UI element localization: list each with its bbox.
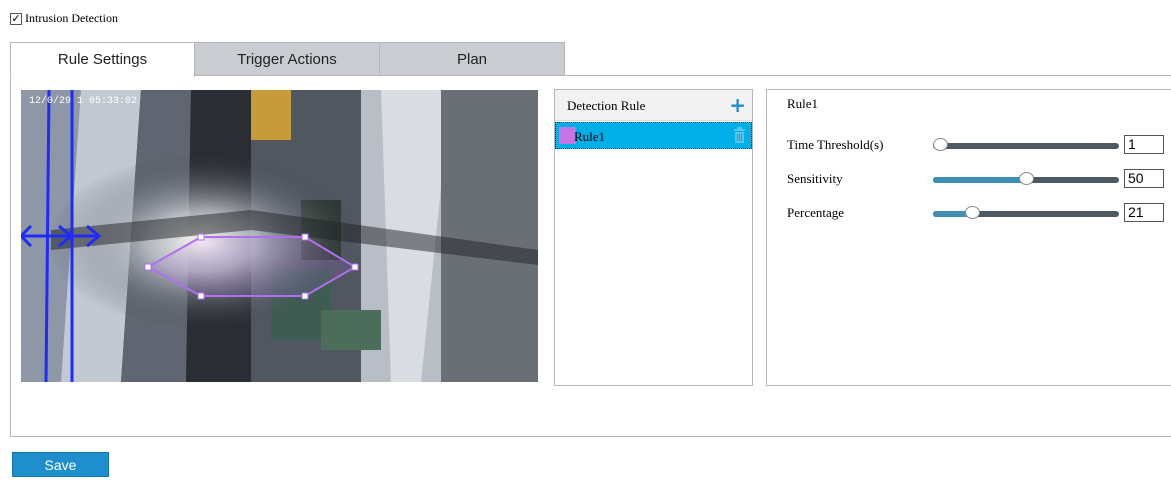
detection-rule-list: Detection Rule + Rule1: [554, 89, 753, 386]
sensitivity-row: Sensitivity 50: [787, 169, 1167, 189]
detection-rule-header: Detection Rule +: [555, 90, 752, 121]
slider-knob[interactable]: [933, 138, 949, 151]
sensitivity-label: Sensitivity: [787, 171, 843, 186]
list-item[interactable]: Rule1: [555, 122, 752, 149]
save-button[interactable]: Save: [12, 452, 109, 477]
video-timestamp: 12/0/29 1 05:33:02: [29, 95, 137, 107]
rule-properties-title: Rule1: [787, 96, 819, 111]
rule-properties-panel: Rule1 Time Threshold(s) 1 Sensitivity 50…: [766, 89, 1171, 386]
slider-knob[interactable]: [965, 206, 981, 219]
tab-trigger-actions[interactable]: Trigger Actions: [194, 42, 380, 76]
detection-rule-title: Detection Rule: [567, 98, 646, 113]
slider-fill: [933, 177, 1026, 183]
sensitivity-slider[interactable]: [933, 172, 1119, 185]
rule-label: Rule1: [574, 129, 606, 144]
percentage-label: Percentage: [787, 205, 845, 220]
intrusion-detection-checkbox[interactable]: ✓: [10, 12, 22, 25]
trash-icon[interactable]: [733, 127, 746, 143]
time-threshold-slider[interactable]: [933, 138, 1119, 151]
slider-knob[interactable]: [1019, 172, 1034, 185]
intrusion-detection-label: Intrusion Detection: [25, 11, 118, 25]
time-threshold-label: Time Threshold(s): [787, 137, 884, 152]
sensitivity-input[interactable]: 50: [1124, 169, 1164, 188]
camera-frame: 12/0/29 1 05:33:02: [21, 90, 538, 382]
tab-bar: Rule Settings Trigger Actions Plan: [10, 42, 565, 77]
intrusion-detection-toggle[interactable]: ✓ Intrusion Detection: [10, 11, 118, 26]
percentage-input[interactable]: 21: [1124, 203, 1164, 222]
time-threshold-input[interactable]: 1: [1124, 135, 1164, 154]
tab-plan[interactable]: Plan: [379, 42, 565, 76]
time-threshold-row: Time Threshold(s) 1: [787, 135, 1167, 155]
tab-rule-settings[interactable]: Rule Settings: [10, 42, 195, 77]
percentage-slider[interactable]: [933, 206, 1119, 219]
percentage-row: Percentage 21: [787, 203, 1167, 223]
video-preview[interactable]: 12/0/29 1 05:33:02: [21, 90, 538, 382]
plus-icon[interactable]: +: [729, 95, 746, 115]
